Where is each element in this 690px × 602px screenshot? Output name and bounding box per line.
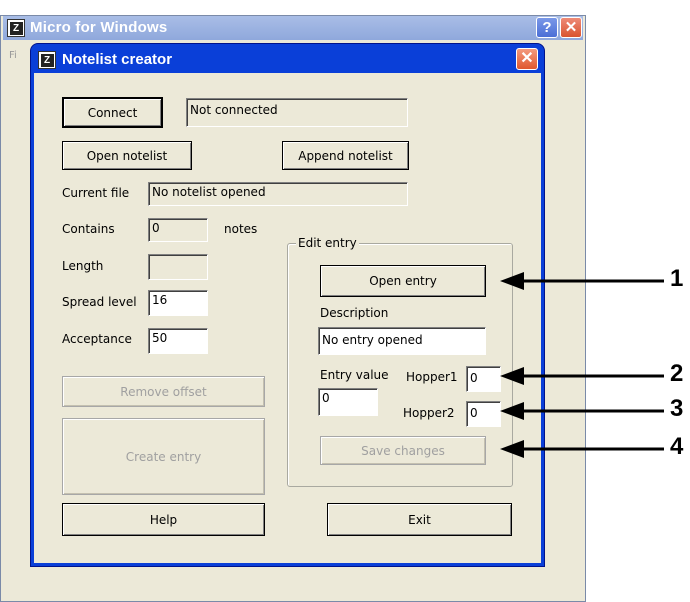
callout-1: 1 [670,265,684,292]
callout-2: 2 [670,360,684,387]
callout-arrows [500,272,664,458]
callout-4: 4 [670,433,684,460]
callout-3: 3 [670,395,684,422]
